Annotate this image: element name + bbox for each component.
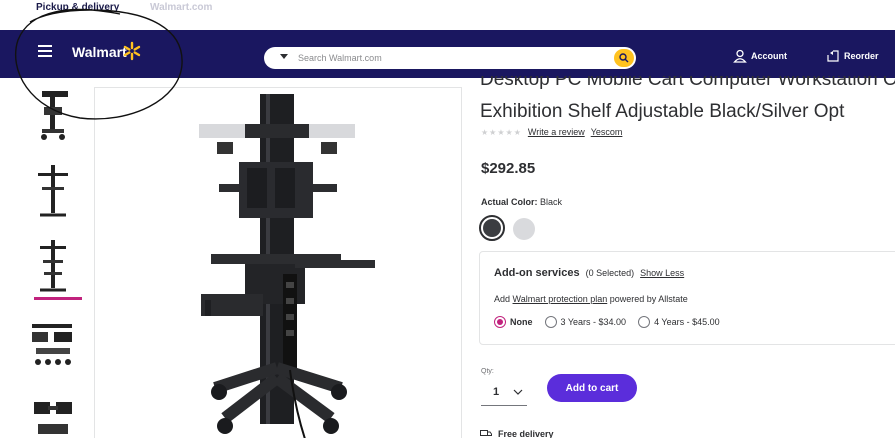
silver-swatch[interactable] bbox=[513, 218, 535, 240]
cart-thumbnail-image bbox=[41, 91, 68, 140]
search-button[interactable] bbox=[614, 49, 634, 67]
star-rating-icon: ★★★★★ bbox=[481, 127, 522, 137]
color-label: Actual Color: Black bbox=[481, 197, 562, 207]
thumbnail-1[interactable] bbox=[28, 85, 78, 143]
free-delivery-label: Free delivery bbox=[498, 429, 554, 438]
thumbnail-3-active[interactable] bbox=[28, 238, 78, 296]
option-label: 4 Years - $45.00 bbox=[654, 317, 720, 327]
thumbnail-4[interactable] bbox=[28, 318, 78, 376]
radio-icon bbox=[638, 316, 651, 328]
reorder-icon bbox=[827, 50, 839, 62]
reorder-label: Reorder bbox=[844, 51, 879, 61]
product-price: $292.85 bbox=[481, 160, 536, 177]
radio-icon bbox=[494, 316, 506, 328]
walmart-logo[interactable]: Walmart bbox=[72, 44, 127, 60]
account-label: Account bbox=[751, 51, 787, 61]
quantity-select[interactable]: 1 bbox=[481, 378, 527, 406]
addon-sub-prefix: Add bbox=[494, 294, 511, 304]
reorder-button[interactable]: Reorder bbox=[826, 46, 879, 66]
option-4-years[interactable]: 4 Years - $45.00 bbox=[638, 316, 720, 328]
add-to-cart-button[interactable]: Add to cart bbox=[547, 374, 637, 402]
option-label: None bbox=[510, 317, 533, 327]
cart-thumbnail-image bbox=[40, 240, 66, 292]
mobile-cart-illustration bbox=[199, 94, 375, 438]
active-thumbnail-indicator bbox=[34, 297, 82, 300]
tab-pickup-delivery[interactable]: Pickup & delivery bbox=[36, 0, 119, 30]
spark-logo-icon bbox=[123, 41, 141, 61]
show-less-link[interactable]: Show Less bbox=[640, 268, 684, 278]
site-header: Walmart Account Reo bbox=[0, 30, 895, 78]
addon-title: Add-on services bbox=[494, 267, 580, 279]
person-icon bbox=[733, 49, 747, 63]
main-product-image[interactable] bbox=[94, 87, 462, 438]
department-dropdown-icon[interactable] bbox=[280, 54, 288, 59]
chevron-down-icon bbox=[513, 389, 523, 395]
search-icon bbox=[619, 53, 629, 63]
menu-icon[interactable] bbox=[38, 45, 52, 57]
thumbnail-2[interactable] bbox=[28, 163, 78, 221]
write-review-link[interactable]: Write a review bbox=[528, 127, 585, 137]
addon-services-panel: Add-on services (0 Selected) Show Less A… bbox=[479, 251, 895, 345]
radio-icon bbox=[544, 316, 557, 328]
brand-link[interactable]: Yescom bbox=[591, 127, 623, 137]
qty-value: 1 bbox=[493, 385, 500, 398]
parts-thumbnail-image bbox=[32, 324, 72, 365]
protection-options: None 3 Years - $34.00 4 Years - $45.00 bbox=[494, 316, 720, 328]
addon-selected-count: (0 Selected) bbox=[585, 268, 635, 278]
tab-walmart-com[interactable]: Walmart.com bbox=[150, 0, 212, 30]
qty-label: Qty: bbox=[481, 368, 494, 375]
top-strip: Pickup & delivery Walmart.com bbox=[0, 0, 895, 30]
search-bar bbox=[264, 47, 636, 69]
option-3-years[interactable]: 3 Years - $34.00 bbox=[544, 316, 627, 328]
color-label-title: Actual Color: bbox=[481, 197, 538, 207]
free-delivery-row: Free delivery bbox=[480, 429, 554, 438]
option-label: 3 Years - $34.00 bbox=[560, 317, 627, 327]
addon-sub-suffix: powered by Allstate bbox=[609, 294, 688, 304]
thumbnail-5[interactable] bbox=[28, 394, 78, 438]
protection-plan-link[interactable]: Walmart protection plan bbox=[513, 294, 608, 304]
truck-icon bbox=[480, 429, 492, 436]
cart-thumbnail-image bbox=[38, 165, 68, 217]
mount-thumbnail-image bbox=[34, 402, 72, 434]
product-title-line-2: Exhibition Shelf Adjustable Black/Silver… bbox=[480, 101, 845, 122]
account-button[interactable]: Account bbox=[733, 46, 787, 66]
rating-row: ★★★★★ Write a review Yescom bbox=[481, 127, 622, 137]
black-swatch[interactable] bbox=[479, 215, 505, 241]
color-value: Black bbox=[540, 197, 563, 207]
option-none[interactable]: None bbox=[494, 316, 533, 328]
addon-subtitle: Add Walmart protection plan powered by A… bbox=[494, 294, 688, 304]
addon-header: Add-on services (0 Selected) Show Less bbox=[494, 267, 684, 279]
product-title: Desktop PC Mobile Cart Computer Workstat… bbox=[480, 76, 895, 125]
product-title-line-1: Desktop PC Mobile Cart Computer Workstat… bbox=[480, 76, 895, 90]
search-input[interactable] bbox=[298, 50, 598, 66]
